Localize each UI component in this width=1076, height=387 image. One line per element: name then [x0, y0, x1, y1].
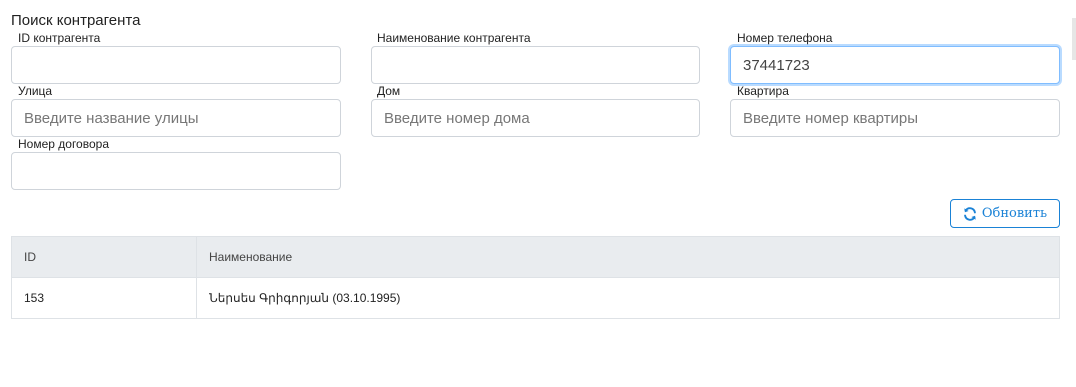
- phone-input[interactable]: [730, 46, 1060, 84]
- table-header-row: ID Наименование: [12, 237, 1059, 278]
- house-input[interactable]: [371, 99, 700, 137]
- column-header-id[interactable]: ID: [12, 237, 197, 277]
- street-input[interactable]: [11, 99, 341, 137]
- counterparty-id-label: ID контрагента: [18, 31, 101, 45]
- counterparty-id-input[interactable]: [11, 46, 341, 84]
- column-header-name[interactable]: Наименование: [197, 237, 1059, 277]
- house-label: Дом: [377, 84, 401, 98]
- apartment-input[interactable]: [730, 99, 1060, 137]
- table-row[interactable]: 153 Ներսես Գրիգորյան (03.10.1995): [12, 278, 1059, 318]
- page-title: Поиск контрагента: [11, 12, 141, 29]
- results-table: ID Наименование 153 Ներսես Գրիգորյան (03…: [11, 236, 1060, 319]
- contract-label: Номер договора: [18, 137, 109, 151]
- phone-label: Номер телефона: [737, 31, 833, 45]
- refresh-button-label: Обновить: [981, 206, 1048, 221]
- contract-input[interactable]: [11, 152, 341, 190]
- cell-id: 153: [12, 278, 197, 318]
- vertical-scrollbar[interactable]: [1072, 18, 1076, 60]
- apartment-label: Квартира: [737, 84, 789, 98]
- refresh-icon: [963, 206, 977, 221]
- counterparty-name-input[interactable]: [371, 46, 700, 84]
- counterparty-name-label: Наименование контрагента: [377, 31, 531, 45]
- cell-name: Ներսես Գրիգորյան (03.10.1995): [209, 291, 401, 305]
- refresh-button[interactable]: Обновить: [950, 199, 1060, 228]
- street-label: Улица: [18, 84, 53, 98]
